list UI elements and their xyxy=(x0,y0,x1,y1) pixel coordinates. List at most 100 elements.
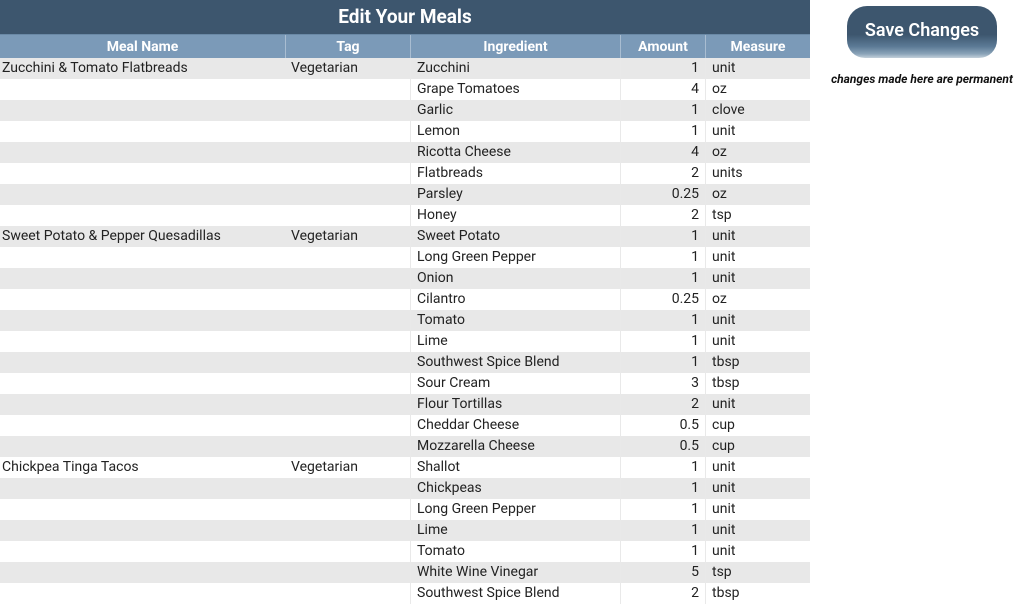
amount-cell[interactable]: 1 xyxy=(620,352,705,373)
ingredient-cell[interactable]: Flatbreads xyxy=(410,163,620,184)
table-row[interactable]: Southwest Spice Blend1tbsp xyxy=(0,352,810,373)
measure-cell[interactable]: tbsp xyxy=(705,352,810,373)
amount-cell[interactable]: 0.5 xyxy=(620,436,705,457)
measure-cell[interactable]: unit xyxy=(705,499,810,520)
tag-cell[interactable] xyxy=(285,331,410,352)
ingredient-cell[interactable]: Sour Cream xyxy=(410,373,620,394)
ingredient-cell[interactable]: Lime xyxy=(410,520,620,541)
amount-cell[interactable]: 0.5 xyxy=(620,415,705,436)
table-row[interactable]: Tomato1unit xyxy=(0,310,810,331)
tag-cell[interactable] xyxy=(285,100,410,121)
amount-cell[interactable]: 4 xyxy=(620,142,705,163)
meal-name-cell[interactable] xyxy=(0,436,285,457)
table-row[interactable]: Long Green Pepper1unit xyxy=(0,247,810,268)
tag-cell[interactable] xyxy=(285,478,410,499)
amount-cell[interactable]: 0.25 xyxy=(620,289,705,310)
measure-cell[interactable]: unit xyxy=(705,541,810,562)
measure-cell[interactable]: units xyxy=(705,163,810,184)
tag-cell[interactable] xyxy=(285,373,410,394)
table-row[interactable]: Chickpeas1unit xyxy=(0,478,810,499)
ingredient-cell[interactable]: Flour Tortillas xyxy=(410,394,620,415)
amount-cell[interactable]: 1 xyxy=(620,331,705,352)
amount-cell[interactable]: 1 xyxy=(620,268,705,289)
table-row[interactable]: Onion1unit xyxy=(0,268,810,289)
measure-cell[interactable]: tsp xyxy=(705,205,810,226)
tag-cell[interactable] xyxy=(285,499,410,520)
ingredient-cell[interactable]: Chickpeas xyxy=(410,478,620,499)
ingredient-cell[interactable]: Garlic xyxy=(410,100,620,121)
ingredient-cell[interactable]: Lemon xyxy=(410,121,620,142)
ingredient-cell[interactable]: Parsley xyxy=(410,184,620,205)
table-row[interactable]: Long Green Pepper1unit xyxy=(0,499,810,520)
meal-name-cell[interactable] xyxy=(0,394,285,415)
table-row[interactable]: Garlic1clove xyxy=(0,100,810,121)
amount-cell[interactable]: 1 xyxy=(620,58,705,79)
measure-cell[interactable]: oz xyxy=(705,142,810,163)
ingredient-cell[interactable]: White Wine Vinegar xyxy=(410,562,620,583)
measure-cell[interactable]: unit xyxy=(705,58,810,79)
measure-cell[interactable]: unit xyxy=(705,394,810,415)
table-row[interactable]: Zucchini & Tomato FlatbreadsVegetarianZu… xyxy=(0,58,810,79)
measure-cell[interactable]: unit xyxy=(705,226,810,247)
tag-cell[interactable] xyxy=(285,121,410,142)
amount-cell[interactable]: 1 xyxy=(620,100,705,121)
meal-name-cell[interactable] xyxy=(0,373,285,394)
measure-cell[interactable]: tbsp xyxy=(705,373,810,394)
tag-cell[interactable] xyxy=(285,310,410,331)
table-row[interactable]: Cheddar Cheese0.5cup xyxy=(0,415,810,436)
meal-name-cell[interactable] xyxy=(0,499,285,520)
meal-name-cell[interactable] xyxy=(0,289,285,310)
amount-cell[interactable]: 1 xyxy=(620,457,705,478)
tag-cell[interactable] xyxy=(285,205,410,226)
tag-cell[interactable]: Vegetarian xyxy=(285,58,410,79)
tag-cell[interactable] xyxy=(285,163,410,184)
tag-cell[interactable] xyxy=(285,436,410,457)
ingredient-cell[interactable]: Long Green Pepper xyxy=(410,499,620,520)
ingredient-cell[interactable]: Honey xyxy=(410,205,620,226)
tag-cell[interactable] xyxy=(285,394,410,415)
measure-cell[interactable]: unit xyxy=(705,457,810,478)
measure-cell[interactable]: oz xyxy=(705,79,810,100)
meal-name-cell[interactable]: Chickpea Tinga Tacos xyxy=(0,457,285,478)
measure-cell[interactable]: clove xyxy=(705,100,810,121)
table-row[interactable]: Lime1unit xyxy=(0,331,810,352)
table-row[interactable]: Lime1unit xyxy=(0,520,810,541)
table-row[interactable]: Sweet Potato & Pepper QuesadillasVegetar… xyxy=(0,226,810,247)
table-row[interactable]: Mozzarella Cheese0.5cup xyxy=(0,436,810,457)
tag-cell[interactable]: Vegetarian xyxy=(285,457,410,478)
amount-cell[interactable]: 1 xyxy=(620,226,705,247)
ingredient-cell[interactable]: Onion xyxy=(410,268,620,289)
meal-name-cell[interactable] xyxy=(0,415,285,436)
meal-name-cell[interactable] xyxy=(0,562,285,583)
amount-cell[interactable]: 1 xyxy=(620,478,705,499)
measure-cell[interactable]: unit xyxy=(705,520,810,541)
measure-cell[interactable]: cup xyxy=(705,436,810,457)
amount-cell[interactable]: 4 xyxy=(620,79,705,100)
meal-name-cell[interactable]: Sweet Potato & Pepper Quesadillas xyxy=(0,226,285,247)
tag-cell[interactable] xyxy=(285,415,410,436)
meal-name-cell[interactable] xyxy=(0,310,285,331)
ingredient-cell[interactable]: Tomato xyxy=(410,541,620,562)
tag-cell[interactable] xyxy=(285,352,410,373)
table-row[interactable]: Sour Cream3tbsp xyxy=(0,373,810,394)
ingredient-cell[interactable]: Grape Tomatoes xyxy=(410,79,620,100)
tag-cell[interactable] xyxy=(285,520,410,541)
table-row[interactable]: White Wine Vinegar5tsp xyxy=(0,562,810,583)
meal-name-cell[interactable] xyxy=(0,520,285,541)
amount-cell[interactable]: 1 xyxy=(620,541,705,562)
tag-cell[interactable]: Vegetarian xyxy=(285,226,410,247)
tag-cell[interactable] xyxy=(285,184,410,205)
measure-cell[interactable]: oz xyxy=(705,289,810,310)
ingredient-cell[interactable]: Long Green Pepper xyxy=(410,247,620,268)
amount-cell[interactable]: 1 xyxy=(620,310,705,331)
amount-cell[interactable]: 0.25 xyxy=(620,184,705,205)
meal-name-cell[interactable] xyxy=(0,331,285,352)
ingredient-cell[interactable]: Cheddar Cheese xyxy=(410,415,620,436)
meal-name-cell[interactable]: Zucchini & Tomato Flatbreads xyxy=(0,58,285,79)
tag-cell[interactable] xyxy=(285,541,410,562)
meal-name-cell[interactable] xyxy=(0,247,285,268)
save-changes-button[interactable]: Save Changes xyxy=(847,6,997,58)
measure-cell[interactable]: cup xyxy=(705,415,810,436)
measure-cell[interactable]: unit xyxy=(705,247,810,268)
meal-name-cell[interactable] xyxy=(0,163,285,184)
